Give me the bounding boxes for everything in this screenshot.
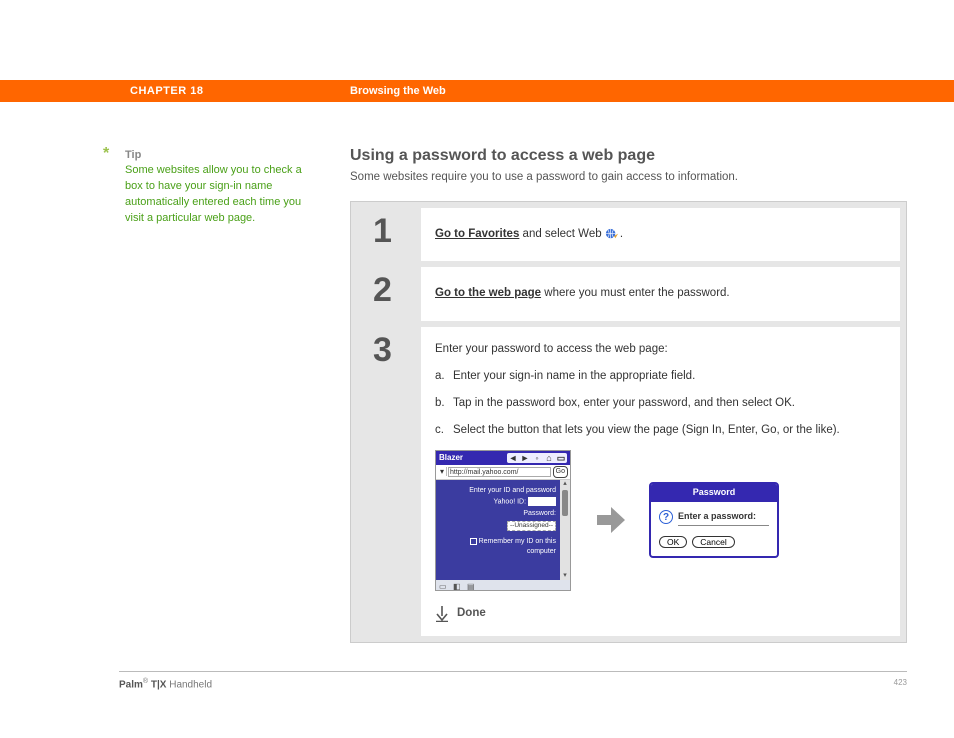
dialog-buttons: OK Cancel <box>651 530 777 556</box>
done-row: Done <box>435 605 886 622</box>
blazer-titlebar: Blazer ◄ ► ◦ ⌂ ▭ <box>436 451 570 465</box>
substep-text: Tap in the password box, enter your pass… <box>453 397 795 409</box>
bottombar-icon[interactable]: ▭ <box>439 581 448 589</box>
done-label: Done <box>457 605 486 622</box>
step-1: 1 Go to Favorites and select Web . <box>357 208 900 261</box>
question-icon: ? <box>659 510 673 524</box>
step-lead: Enter your password to access the web pa… <box>435 343 668 355</box>
url-field[interactable]: http://mail.yahoo.com/ <box>448 467 551 477</box>
step-number: 2 <box>357 267 421 320</box>
go-button[interactable]: Go <box>553 466 568 479</box>
step-text-end: . <box>620 228 623 240</box>
brand-suffix: Handheld <box>166 679 212 690</box>
tip-body: Some websites allow you to check a box t… <box>125 163 315 227</box>
section-heading: Using a password to access a web page <box>350 147 907 165</box>
substeps-list: a. Enter your sign-in name in the appropr… <box>435 368 886 440</box>
scrollbar-thumb[interactable] <box>562 490 568 516</box>
step-body: Go to the web page where you must enter … <box>421 267 900 320</box>
substep-label: b. <box>435 395 445 412</box>
bottombar-icon[interactable]: ▤ <box>467 581 476 589</box>
yahoo-id-field[interactable] <box>528 497 556 506</box>
tip-asterisk-icon: * <box>103 145 109 163</box>
arrow-right-icon <box>593 503 627 537</box>
chapter-label: CHAPTER 18 <box>130 85 203 97</box>
home-icon[interactable]: ⌂ <box>544 453 554 463</box>
scroll-down-icon[interactable]: ▾ <box>561 572 569 580</box>
dialog-body: ? Enter a password: <box>651 502 777 531</box>
remember-row: Remember my ID on this computer <box>442 537 556 556</box>
brand-name: Palm <box>119 679 143 690</box>
substep-label: c. <box>435 422 444 439</box>
page-number: 423 <box>894 678 907 690</box>
substep-text: Enter your sign-in name in the appropria… <box>453 370 695 382</box>
yahoo-pw-row: Password: <box>442 509 556 518</box>
view-icon[interactable]: ▭ <box>556 453 566 463</box>
section-intro: Some websites require you to use a passw… <box>350 171 907 183</box>
step-body: Go to Favorites and select Web . <box>421 208 900 261</box>
footer-brand: Palm® T|X Handheld <box>119 678 212 690</box>
blazer-screenshot: Blazer ◄ ► ◦ ⌂ ▭ ▾ http://mail.yahoo <box>435 450 571 592</box>
cancel-button[interactable]: Cancel <box>692 536 734 548</box>
steps-container: 1 Go to Favorites and select Web . 2 Go … <box>350 201 907 643</box>
yahoo-pw-label: Password: <box>523 510 556 517</box>
step-2: 2 Go to the web page where you must ente… <box>357 267 900 320</box>
substep-b: b. Tap in the password box, enter your pa… <box>435 395 886 412</box>
blazer-app-name: Blazer <box>439 452 463 464</box>
dialog-title: Password <box>651 484 777 502</box>
favorites-link[interactable]: Go to Favorites <box>435 228 519 240</box>
step-body: Enter your password to access the web pa… <box>421 327 900 637</box>
step-text: and select Web <box>519 228 604 240</box>
step-3: 3 Enter your password to access the web … <box>357 327 900 637</box>
password-dialog: Password ? Enter a password: OK Cancel <box>649 482 779 558</box>
remember-label: Remember my ID on this computer <box>479 538 556 554</box>
done-arrow-icon <box>435 606 449 622</box>
unassigned-row: --Unassigned-- <box>442 521 556 532</box>
substep-a: a. Enter your sign-in name in the appropr… <box>435 368 886 385</box>
webpage-link[interactable]: Go to the web page <box>435 287 541 299</box>
yahoo-id-row: Yahoo! ID: <box>442 497 556 507</box>
blazer-bottombar: ▭ ◧ ▤ <box>436 580 570 590</box>
step-number: 1 <box>357 208 421 261</box>
forward-icon[interactable]: ► <box>520 453 530 463</box>
blazer-page: ▴ ▾ Enter your ID and password Yahoo! ID… <box>436 480 570 580</box>
tip-label: Tip <box>125 149 315 161</box>
stop-icon[interactable]: ◦ <box>532 453 542 463</box>
page-footer: Palm® T|X Handheld 423 <box>119 671 907 690</box>
substep-label: a. <box>435 368 445 385</box>
substep-text: Select the button that lets you view the… <box>453 424 840 436</box>
scroll-up-icon[interactable]: ▴ <box>561 480 569 488</box>
unassigned-field[interactable]: --Unassigned-- <box>507 521 556 532</box>
bottombar-icon[interactable]: ◧ <box>453 581 462 589</box>
tip-sidebar: * Tip Some websites allow you to check a… <box>105 149 315 227</box>
blazer-urlbar: ▾ http://mail.yahoo.com/ Go <box>436 465 570 481</box>
blazer-toolbar: ◄ ► ◦ ⌂ ▭ <box>507 453 567 463</box>
dialog-prompt: Enter a password: <box>678 510 769 527</box>
chapter-header: CHAPTER 18 Browsing the Web <box>0 80 954 102</box>
brand-model: T|X <box>148 679 166 690</box>
step-text: where you must enter the password. <box>541 287 730 299</box>
chapter-title: Browsing the Web <box>350 85 446 97</box>
url-dropdown-icon[interactable]: ▾ <box>438 467 447 476</box>
web-icon <box>605 227 620 240</box>
substep-c: c. Select the button that lets you view t… <box>435 422 886 439</box>
ok-button[interactable]: OK <box>659 536 687 548</box>
screenshot-row: Blazer ◄ ► ◦ ⌂ ▭ ▾ http://mail.yahoo <box>435 450 886 592</box>
yahoo-prompt: Enter your ID and password <box>442 486 556 495</box>
main-content: Using a password to access a web page So… <box>350 147 907 643</box>
yahoo-id-label: Yahoo! ID: <box>493 499 526 506</box>
back-icon[interactable]: ◄ <box>508 453 518 463</box>
remember-checkbox[interactable] <box>470 538 477 545</box>
step-number: 3 <box>357 327 421 637</box>
